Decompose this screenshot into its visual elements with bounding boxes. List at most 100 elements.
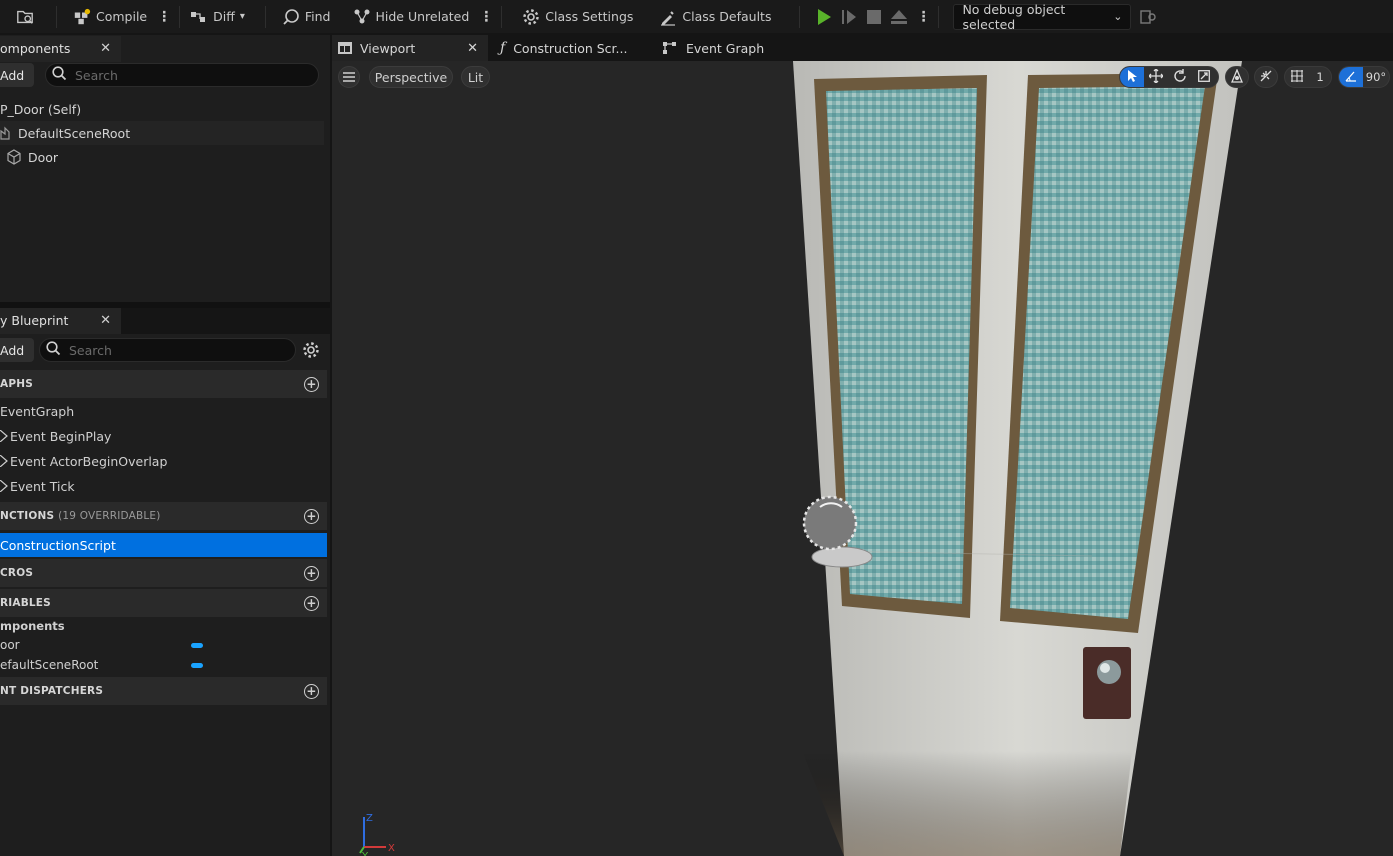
tab-viewport[interactable]: Viewport ✕ [332, 35, 488, 61]
add-macro-icon[interactable]: + [304, 565, 319, 581]
grid-snap-group[interactable]: 1 [1284, 66, 1332, 88]
angle-snap-value-label: 90° [1365, 70, 1387, 84]
variable-type-pill [191, 643, 203, 648]
search-icon [282, 8, 300, 26]
viewport-canvas[interactable]: Perspective Lit 1 90° Z X [332, 61, 1393, 856]
variables-section-header[interactable]: RIABLES + [0, 589, 327, 617]
debug-object-dropdown[interactable]: No debug object selected ⌄ [953, 1, 1132, 32]
surface-snapping-button[interactable] [1254, 66, 1278, 88]
add-component-button[interactable]: Add [0, 63, 34, 87]
tree-item-self[interactable]: P_Door (Self) [0, 97, 324, 121]
close-icon[interactable]: ✕ [467, 41, 478, 56]
light-gizmo-icon[interactable] [798, 491, 878, 571]
components-search-input[interactable]: Search [45, 63, 319, 87]
functions-overridable-count: (19 OVERRIDABLE) [58, 510, 161, 522]
graph-item-label: EventGraph [0, 403, 75, 419]
variables-group-components[interactable]: mponents [0, 615, 327, 637]
toolbar-separator [938, 5, 940, 28]
hide-unrelated-options-icon[interactable]: ⋮ [475, 9, 497, 25]
axis-x-label: X [388, 843, 395, 854]
axis-z-label: Z [366, 813, 373, 824]
play-options-icon[interactable]: ⋮ [912, 9, 934, 25]
step-forward-icon[interactable] [836, 5, 862, 29]
angle-snap-group[interactable]: 90° [1338, 66, 1390, 88]
debug-browse-icon[interactable] [1133, 5, 1163, 29]
search-icon [46, 341, 61, 359]
angle-snap-value[interactable]: 90° [1363, 67, 1389, 87]
grid-snap-value[interactable]: 1 [1309, 67, 1331, 87]
my-blueprint-tab[interactable]: y Blueprint ✕ [0, 308, 121, 334]
add-variable-icon[interactable]: + [304, 595, 319, 611]
class-defaults-button[interactable]: Class Defaults [653, 5, 777, 29]
gear-icon[interactable] [302, 341, 320, 362]
close-icon[interactable]: ✕ [100, 313, 111, 328]
tab-event-graph[interactable]: Event Graph [656, 35, 806, 61]
find-button[interactable]: Find [276, 5, 337, 29]
event-graph-icon [662, 41, 678, 55]
diff-icon [190, 8, 208, 26]
play-icon[interactable] [812, 5, 836, 29]
angle-snap-toggle[interactable] [1339, 67, 1363, 87]
graph-item-event-tick[interactable]: Event Tick [0, 474, 327, 498]
functions-section-header[interactable]: NCTIONS (19 OVERRIDABLE) + [0, 502, 327, 530]
grid-snap-toggle[interactable] [1285, 67, 1309, 87]
viewport-options-button[interactable] [338, 66, 360, 88]
section-label: CROS [0, 567, 34, 579]
surface-snap-icon [1259, 69, 1273, 86]
debug-object-label: No debug object selected [962, 1, 1066, 32]
add-label: Add [0, 342, 25, 358]
my-blueprint-search-input[interactable]: Search [39, 338, 296, 362]
find-label: Find [304, 9, 331, 24]
diamond-icon [0, 480, 10, 492]
variable-group-label: mponents [0, 619, 65, 633]
rotate-icon [1173, 68, 1187, 86]
tab-label: Construction Scr... [513, 40, 628, 56]
rotate-mode-button[interactable] [1168, 67, 1192, 87]
graph-item-event-beginplay[interactable]: Event BeginPlay [0, 424, 327, 448]
function-item-label: ConstructionScript [0, 537, 116, 553]
translate-mode-button[interactable] [1144, 67, 1168, 87]
eject-icon[interactable] [886, 5, 912, 29]
tree-item-door[interactable]: Door [0, 145, 324, 169]
graph-item-eventgraph[interactable]: EventGraph [0, 399, 327, 423]
chevron-down-icon: ▾ [239, 11, 245, 22]
variable-item-defaultsceneroot[interactable]: efaultSceneRoot [0, 655, 327, 675]
graphs-section-header[interactable]: APHS + [0, 370, 327, 398]
class-settings-button[interactable]: Class Settings [516, 5, 639, 29]
add-graph-icon[interactable]: + [304, 376, 319, 392]
cursor-arrow-icon [1127, 69, 1138, 86]
stop-icon[interactable] [862, 5, 886, 29]
functions-header-label: NCTIONS [0, 510, 55, 522]
select-mode-button[interactable] [1120, 67, 1144, 87]
view-mode-label: Perspective [374, 69, 448, 85]
transform-tools-group [1119, 66, 1219, 88]
view-mode-button[interactable]: Perspective [369, 66, 453, 88]
variable-item-door[interactable]: oor [0, 635, 327, 655]
folder-search-icon [16, 8, 34, 26]
event-dispatchers-section-header[interactable]: NT DISPATCHERS + [0, 677, 327, 705]
tab-construction-script[interactable]: ƒ Construction Scr... [494, 35, 650, 61]
graph-item-event-actorbeginoverlap[interactable]: Event ActorBeginOverlap [0, 449, 327, 473]
door-mesh-render [793, 61, 1242, 856]
grid-snap-value-label: 1 [1316, 70, 1324, 84]
add-blueprint-member-button[interactable]: Add [0, 338, 34, 362]
scale-mode-button[interactable] [1192, 67, 1216, 87]
compile-options-icon[interactable]: ⋮ [153, 9, 175, 25]
browse-button[interactable] [0, 5, 40, 29]
add-function-icon[interactable]: + [304, 508, 319, 524]
compile-button[interactable]: Compile [67, 5, 153, 29]
components-tab-label: omponents [0, 40, 71, 56]
add-dispatcher-icon[interactable]: + [304, 683, 319, 699]
close-icon[interactable]: ✕ [100, 41, 111, 56]
lighting-mode-button[interactable]: Lit [461, 66, 490, 88]
function-item-constructionscript[interactable]: ConstructionScript [0, 533, 327, 557]
diff-button[interactable]: Diff ▾ [184, 5, 251, 29]
hide-unrelated-button[interactable]: Hide Unrelated [347, 5, 476, 29]
components-tab[interactable]: omponents ✕ [0, 36, 121, 62]
macros-section-header[interactable]: CROS + [0, 559, 327, 587]
tree-item-default-scene-root[interactable]: DefaultSceneRoot [0, 121, 324, 145]
left-panels: omponents ✕ Add Search P_Door (Self) Def… [0, 35, 330, 856]
coordinate-space-button[interactable] [1225, 66, 1249, 88]
search-icon [52, 66, 67, 84]
diamond-icon [0, 430, 10, 442]
